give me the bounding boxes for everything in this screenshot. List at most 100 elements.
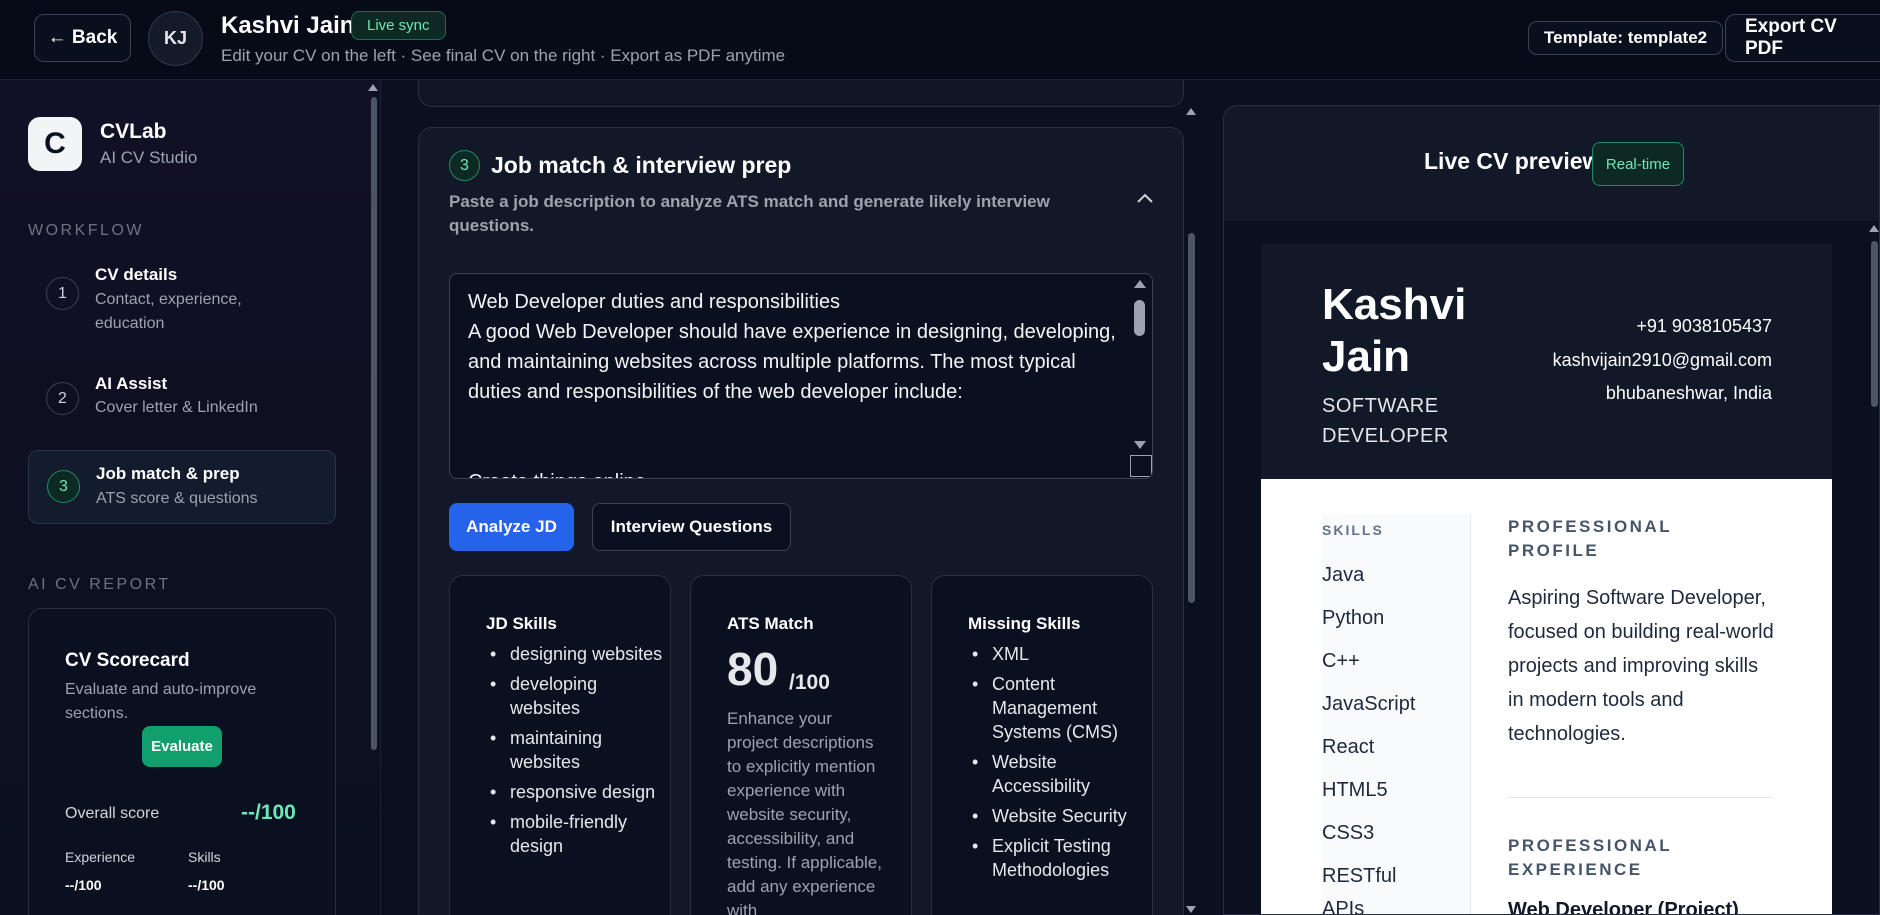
profile-heading: PROFESSIONAL PROFILE xyxy=(1508,517,1672,560)
ats-advice: Enhance your project descriptions to exp… xyxy=(727,709,882,915)
textarea-scrollbar[interactable] xyxy=(1134,300,1145,336)
divider xyxy=(1508,797,1772,798)
brand-name: CVLab xyxy=(100,120,167,143)
list-item: Explicit Testing Methodologies xyxy=(968,834,1133,882)
card-title: Missing Skills xyxy=(968,614,1081,633)
overall-score-value: --/100 xyxy=(241,801,296,824)
step-number: 2 xyxy=(46,382,79,415)
previous-section-card xyxy=(418,80,1184,107)
scroll-up-arrow[interactable] xyxy=(1186,108,1196,115)
ai-cv-report-label: AI CV REPORT xyxy=(28,576,171,593)
skill-item: Java xyxy=(1322,564,1365,586)
textarea-scroll-up[interactable] xyxy=(1134,280,1146,288)
section-title: Job match & interview prep xyxy=(491,152,792,178)
interview-questions-button[interactable]: Interview Questions xyxy=(592,503,791,551)
cv-first-name: Kashvi xyxy=(1322,280,1467,329)
job-match-card: 3 Job match & interview prep Paste a job… xyxy=(418,127,1184,915)
cv-last-name: Jain xyxy=(1322,332,1411,381)
skill-item: HTML5 xyxy=(1322,779,1388,801)
sidebar-item-subtitle: ATS score & questions xyxy=(96,490,258,507)
list-item: responsive design xyxy=(486,780,666,804)
step-number: 3 xyxy=(47,470,80,503)
experience-heading: PROFESSIONAL EXPERIENCE xyxy=(1508,836,1672,879)
sidebar-scrollbar[interactable] xyxy=(371,97,377,750)
analyze-jd-button[interactable]: Analyze JD xyxy=(449,503,574,551)
scorecard-title: CV Scorecard xyxy=(65,650,190,671)
cv-location: bhubaneshwar, India xyxy=(1605,383,1772,403)
resize-handle-icon[interactable] xyxy=(1130,455,1152,477)
sidebar-item-ai-assist[interactable]: 2 AI Assist Cover letter & LinkedIn xyxy=(28,374,336,424)
skills-score-value: --/100 xyxy=(188,877,225,893)
ats-match-card: ATS Match 80 /100 Enhance your project d… xyxy=(690,575,912,915)
list-item: Website Security xyxy=(968,804,1133,828)
brand-subtitle: AI CV Studio xyxy=(100,148,198,167)
list-item: Website Accessibility xyxy=(968,750,1133,798)
list-item: maintaining websites xyxy=(486,726,666,774)
scroll-down-arrow[interactable] xyxy=(1186,906,1196,913)
card-title: JD Skills xyxy=(486,614,557,633)
job-description-text[interactable]: Web Developer duties and responsibilitie… xyxy=(468,287,1118,478)
sidebar-item-cv-details[interactable]: 1 CV details Contact, experience, educat… xyxy=(28,261,336,335)
job-description-textarea[interactable]: Web Developer duties and responsibilitie… xyxy=(449,273,1153,479)
skill-item: Python xyxy=(1322,607,1385,629)
list-item: designing websites xyxy=(486,642,666,666)
sidebar-item-subtitle: Cover letter & LinkedIn xyxy=(95,399,258,416)
ats-score-max: /100 xyxy=(789,671,830,694)
experience-score-label: Experience xyxy=(65,849,136,865)
jd-skills-card: JD Skills designing websites developing … xyxy=(449,575,671,915)
step-number: 3 xyxy=(449,150,480,181)
live-sync-badge: Live sync xyxy=(351,11,446,40)
chevron-up-icon[interactable] xyxy=(1136,188,1154,209)
evaluate-button[interactable]: Evaluate xyxy=(142,726,222,767)
top-bar: ← Back KJ Kashvi Jain Live sync Edit you… xyxy=(0,0,1880,80)
skills-score-label: Skills xyxy=(188,849,221,865)
profile-text: Aspiring Software Developer, focused on … xyxy=(1508,587,1774,745)
list-item: Content Management Systems (CMS) xyxy=(968,672,1133,744)
sidebar-item-title: Job match & prep xyxy=(96,464,240,483)
back-button[interactable]: ← Back xyxy=(34,14,131,62)
jd-skills-list: designing websites developing websites m… xyxy=(486,642,666,864)
missing-skills-list: XML Content Management Systems (CMS) Web… xyxy=(968,642,1133,888)
preview-scrollbar[interactable] xyxy=(1871,241,1878,407)
editor-scrollbar[interactable] xyxy=(1188,233,1195,603)
skill-item: JavaScript xyxy=(1322,693,1416,715)
cv-header: Kashvi Jain SOFTWARE DEVELOPER +91 90381… xyxy=(1261,244,1832,479)
skills-heading: SKILLS xyxy=(1322,522,1384,538)
card-title: ATS Match xyxy=(727,614,814,633)
step-number: 1 xyxy=(46,277,79,310)
scorecard-subtitle: Evaluate and auto-improve sections. xyxy=(65,681,257,722)
ats-score: 80 xyxy=(727,643,779,695)
list-item: developing websites xyxy=(486,672,666,720)
skill-item: RESTful xyxy=(1322,865,1397,887)
export-pdf-button[interactable]: Export CV PDF xyxy=(1725,14,1880,62)
scroll-up-arrow[interactable] xyxy=(368,84,378,91)
cv-email: kashvijain2910@gmail.com xyxy=(1552,350,1772,370)
skill-item: APIs xyxy=(1322,898,1365,915)
template-selector[interactable]: Template: template2 xyxy=(1528,21,1724,55)
cv-name: Kashvi Jain xyxy=(1322,279,1472,383)
sidebar-item-job-match[interactable]: 3 Job match & prep ATS score & questions xyxy=(28,450,336,524)
sidebar: C CVLab AI CV Studio WORKFLOW 1 CV detai… xyxy=(0,80,381,915)
skill-item: C++ xyxy=(1322,650,1360,672)
experience-score-value: --/100 xyxy=(65,877,102,893)
list-item: mobile-friendly design xyxy=(486,810,666,858)
overall-score-label: Overall score xyxy=(65,805,160,822)
sidebar-item-subtitle: Contact, experience, education xyxy=(95,291,242,332)
avatar: KJ xyxy=(148,11,203,66)
sidebar-item-title: CV details xyxy=(95,265,178,284)
logo: C xyxy=(28,117,82,171)
page-subtitle: Edit your CV on the left · See final CV … xyxy=(221,46,786,65)
preview-viewport: Kashvi Jain SOFTWARE DEVELOPER +91 90381… xyxy=(1224,221,1879,915)
scroll-up-arrow[interactable] xyxy=(1869,225,1879,232)
textarea-scroll-down[interactable] xyxy=(1134,441,1146,449)
sidebar-item-title: AI Assist xyxy=(95,374,168,393)
workflow-label: WORKFLOW xyxy=(28,222,144,239)
list-item: XML xyxy=(968,642,1133,666)
cv-phone: +91 9038105437 xyxy=(1636,316,1772,336)
missing-skills-card: Missing Skills XML Content Management Sy… xyxy=(931,575,1153,915)
cv-page: Kashvi Jain SOFTWARE DEVELOPER +91 90381… xyxy=(1261,244,1832,915)
cv-scorecard: CV Scorecard Evaluate and auto-improve s… xyxy=(28,608,336,915)
preview-title: Live CV preview xyxy=(1424,148,1601,174)
section-subtitle: Paste a job description to analyze ATS m… xyxy=(449,192,1050,235)
job-title: Web Developer (Project) xyxy=(1508,899,1739,915)
